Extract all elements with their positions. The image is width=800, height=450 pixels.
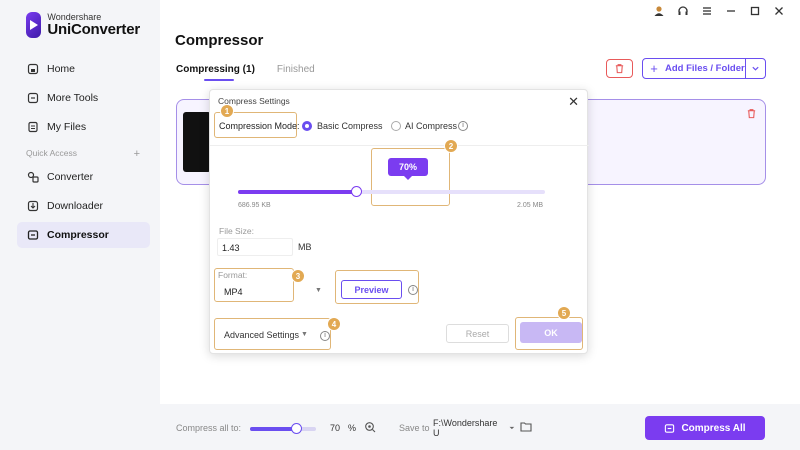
chevron-down-icon[interactable]: ▼ (301, 331, 308, 338)
compressor-icon (26, 229, 39, 242)
compress-slider-knob[interactable] (351, 186, 363, 197)
brand-name: UniConverter (47, 21, 140, 38)
uniconverter-logo-icon (26, 12, 42, 38)
step-badge-4: 4 (327, 317, 341, 331)
info-icon[interactable]: i (458, 121, 468, 131)
step-badge-3: 3 (291, 269, 305, 283)
compress-icon (665, 423, 675, 433)
format-select[interactable]: MP4 (224, 287, 243, 297)
quick-access-add-button[interactable]: + (134, 148, 140, 160)
sidebar-item-downloader[interactable]: Downloader (17, 193, 150, 219)
delete-all-button[interactable] (606, 59, 633, 78)
compress-settings-icon[interactable] (364, 421, 376, 436)
home-icon (26, 63, 39, 76)
tabs: Compressing (1) Finished (176, 64, 315, 81)
file-size-unit: MB (298, 242, 312, 252)
max-size-label: 2.05 MB (517, 202, 544, 209)
sidebar-item-label: Converter (47, 171, 94, 183)
brand: Wondershare UniConverter (26, 12, 140, 38)
ok-button[interactable]: OK (520, 322, 582, 343)
compression-mode-label: Compression Mode: (219, 121, 300, 131)
maximize-icon[interactable] (748, 4, 762, 18)
files-icon (26, 121, 39, 134)
ai-compress-label: AI Compress (405, 121, 458, 131)
format-label: Format: (218, 270, 248, 280)
radio-ai-compress[interactable] (391, 121, 401, 131)
page-title: Compressor (175, 32, 264, 49)
add-files-label: Add Files / Folder (665, 63, 745, 74)
step-badge-2: 2 (444, 139, 458, 153)
sidebar-nav: Home More Tools My Files Quick Access + … (17, 56, 150, 248)
add-files-dropdown[interactable] (745, 59, 765, 78)
quick-access-label: Quick Access (26, 148, 78, 158)
sidebar-item-home[interactable]: Home (17, 56, 150, 82)
converter-icon (26, 171, 39, 184)
basic-compress-label: Basic Compress (317, 121, 383, 131)
sidebar-item-converter[interactable]: Converter (17, 164, 150, 190)
sidebar-item-label: Downloader (47, 200, 104, 212)
chevron-down-icon (509, 426, 515, 430)
sidebar-item-label: My Files (47, 121, 87, 133)
sidebar: Wondershare UniConverter Home More Tools… (0, 0, 160, 450)
compress-all-unit: % (348, 423, 357, 433)
support-headset-icon[interactable] (676, 4, 690, 18)
trash-icon (615, 64, 624, 74)
minimize-icon[interactable] (724, 4, 738, 18)
close-icon[interactable]: ✕ (568, 94, 579, 110)
radio-basic-compress[interactable] (302, 121, 312, 131)
account-icon[interactable] (652, 4, 666, 18)
sidebar-item-label: More Tools (47, 92, 99, 104)
reset-button[interactable]: Reset (446, 324, 509, 343)
compress-slider-fill (238, 190, 357, 194)
add-files-button[interactable]: + Add Files / Folder (642, 58, 766, 79)
info-icon[interactable]: i (408, 285, 418, 295)
file-size-label: File Size: (219, 226, 254, 236)
sidebar-item-label: Compressor (47, 229, 109, 241)
downloader-icon (26, 200, 39, 213)
compress-all-button-label: Compress All (681, 422, 746, 434)
compress-all-slider-fill (250, 427, 297, 431)
quick-access-header: Quick Access + (26, 148, 140, 160)
chevron-down-icon[interactable]: ▼ (315, 287, 322, 294)
save-path-value: F:\Wondershare U (433, 418, 498, 438)
divider (210, 145, 589, 146)
plus-icon: + (650, 61, 658, 76)
compress-all-value[interactable]: 70 (330, 423, 340, 433)
tab-compressing[interactable]: Compressing (1) (176, 64, 255, 81)
percent-bubble: 70% (388, 158, 428, 180)
sidebar-item-more-tools[interactable]: More Tools (17, 85, 150, 111)
compress-all-button[interactable]: Compress All (645, 416, 765, 440)
preview-button[interactable]: Preview (341, 280, 402, 299)
step-badge-5: 5 (557, 306, 571, 320)
info-icon[interactable]: i (320, 331, 330, 341)
save-path-select[interactable]: F:\Wondershare U (430, 418, 516, 438)
tab-finished[interactable]: Finished (277, 64, 315, 75)
window-controls (652, 4, 786, 18)
video-thumbnail (183, 112, 211, 172)
advanced-settings-select[interactable]: Advanced Settings (224, 330, 299, 340)
min-size-label: 686.95 KB (238, 202, 271, 209)
menu-icon[interactable] (700, 4, 714, 18)
folder-icon[interactable] (520, 421, 532, 435)
step-badge-1: 1 (220, 104, 234, 118)
compress-all-slider[interactable] (250, 423, 316, 434)
sidebar-item-my-files[interactable]: My Files (17, 114, 150, 140)
compress-slider[interactable] (238, 186, 545, 197)
remove-file-trash-icon[interactable] (746, 108, 757, 122)
file-size-input[interactable]: 1.43 (217, 238, 293, 256)
tools-icon (26, 92, 39, 105)
compress-settings-dialog: Compress Settings ✕ Compression Mode: 1 … (209, 89, 589, 354)
compress-all-to-label: Compress all to: (176, 423, 242, 433)
sidebar-item-compressor[interactable]: Compressor (17, 222, 150, 248)
sidebar-item-label: Home (47, 63, 76, 75)
close-window-icon[interactable] (772, 4, 786, 18)
chevron-down-icon (752, 66, 759, 71)
save-to-label: Save to (399, 423, 430, 433)
